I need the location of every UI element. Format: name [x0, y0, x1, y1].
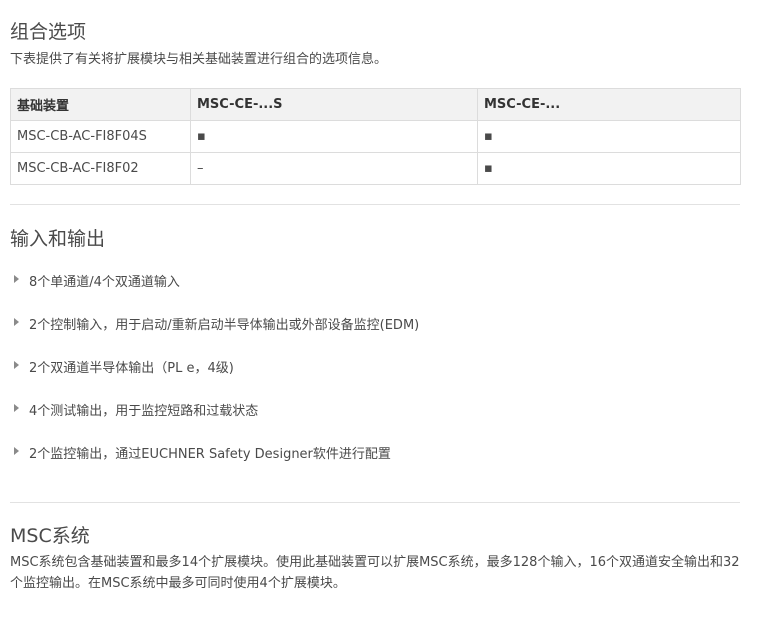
section-divider: [10, 502, 740, 503]
combo-intro: 下表提供了有关将扩展模块与相关基础装置进行组合的选项信息。: [10, 52, 388, 67]
page: 组合选项 下表提供了有关将扩展模块与相关基础装置进行组合的选项信息。 基础装置 …: [0, 0, 764, 632]
table-cell: ▪: [477, 152, 741, 185]
triangle-right-icon: [14, 404, 19, 412]
list-item: 2个控制输入，用于启动/重新启动半导体输出或外部设备监控(EDM): [10, 314, 419, 357]
msc-title: MSC系统: [10, 525, 90, 547]
table-cell: –: [190, 152, 478, 185]
triangle-right-icon: [14, 361, 19, 369]
table-row: MSC-CB-AC-FI8F02 – ▪: [10, 152, 741, 185]
list-item: 4个测试输出，用于监控短路和过载状态: [10, 400, 419, 443]
io-title: 输入和输出: [10, 228, 106, 250]
table-header-cell: 基础装置: [10, 88, 191, 121]
combo-title: 组合选项: [10, 21, 87, 43]
table-cell: ▪: [190, 120, 478, 153]
table-header-cell: MSC-CE-...: [477, 88, 741, 121]
triangle-right-icon: [14, 275, 19, 283]
list-item-text: 2个双通道半导体输出（PL e，4级): [29, 361, 234, 376]
list-item-text: 2个控制输入，用于启动/重新启动半导体输出或外部设备监控(EDM): [29, 318, 420, 333]
section-divider: [10, 204, 740, 205]
list-item: 2个监控输出，通过EUCHNER Safety Designer软件进行配置: [10, 443, 419, 486]
list-item-text: 4个测试输出，用于监控短路和过载状态: [29, 404, 259, 419]
list-item: 2个双通道半导体输出（PL e，4级): [10, 357, 419, 400]
combination-table: 基础装置 MSC-CE-...S MSC-CE-... MSC-CB-AC-FI…: [10, 88, 741, 185]
list-item-text: 8个单通道/4个双通道输入: [29, 275, 180, 290]
msc-description: MSC系统包含基础装置和最多14个扩展模块。使用此基础装置可以扩展MSC系统，最…: [10, 555, 740, 591]
table-cell: ▪: [477, 120, 741, 153]
list-item-text: 2个监控输出，通过EUCHNER Safety Designer软件进行配置: [29, 447, 391, 462]
table-cell: MSC-CB-AC-FI8F02: [10, 152, 191, 185]
table-header-row: 基础装置 MSC-CE-...S MSC-CE-...: [10, 88, 741, 121]
table-cell: MSC-CB-AC-FI8F04S: [10, 120, 191, 153]
list-item: 8个单通道/4个双通道输入: [10, 271, 419, 314]
table-header-cell: MSC-CE-...S: [190, 88, 478, 121]
triangle-right-icon: [14, 318, 19, 326]
table-row: MSC-CB-AC-FI8F04S ▪ ▪: [10, 120, 741, 153]
triangle-right-icon: [14, 447, 19, 455]
io-feature-list: 8个单通道/4个双通道输入 2个控制输入，用于启动/重新启动半导体输出或外部设备…: [10, 271, 419, 486]
